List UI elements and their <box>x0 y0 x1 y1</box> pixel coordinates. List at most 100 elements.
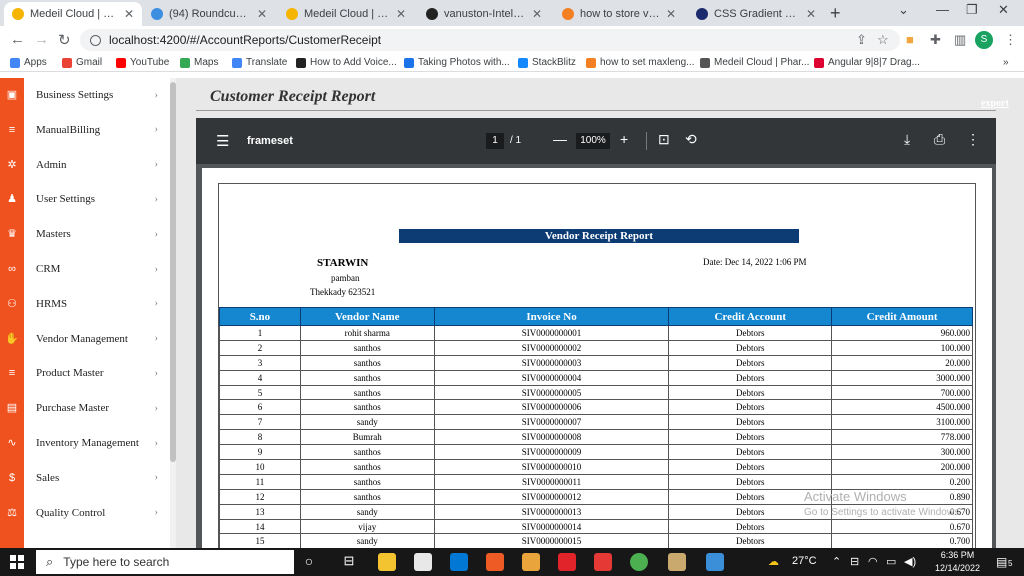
windows-start-icon[interactable] <box>10 555 24 569</box>
save-icon[interactable]: ▣ <box>5 88 19 102</box>
app-icon[interactable] <box>522 553 540 571</box>
keyboard-icon[interactable]: ▭ <box>886 555 896 568</box>
tab-search-icon[interactable]: ⌄ <box>898 2 909 18</box>
sidebar-item[interactable]: ManualBilling › <box>24 113 170 147</box>
export-link[interactable]: export <box>981 98 1009 109</box>
url-input[interactable]: localhost:4200/#/AccountReports/Customer… <box>80 29 900 51</box>
wifi-icon[interactable]: ◠ <box>868 555 878 568</box>
puzzle-icon[interactable]: ✚ <box>930 32 941 48</box>
sidebar-item[interactable]: CRM › <box>24 252 170 286</box>
bookmark-item[interactable]: Gmail <box>62 57 102 68</box>
browser-tab[interactable]: Medeil Cloud | Dashb ✕ <box>278 2 414 26</box>
gear-icon[interactable]: ✲ <box>5 158 19 172</box>
dollar-icon[interactable]: $ <box>5 471 19 485</box>
extension-icon[interactable]: ■ <box>906 32 914 47</box>
bookmark-item[interactable]: Apps <box>10 57 47 68</box>
bookmark-item[interactable]: Maps <box>180 57 218 68</box>
browser-menu-icon[interactable]: ⋮ <box>1004 32 1017 48</box>
page-scrollbar[interactable] <box>996 118 1010 548</box>
hand-icon[interactable]: ✋ <box>5 332 19 346</box>
user-icon[interactable]: ♟ <box>5 192 19 206</box>
bookmark-item[interactable]: StackBlitz <box>518 57 576 68</box>
chrome-icon[interactable] <box>630 553 648 571</box>
task-view-icon[interactable]: ○ <box>300 553 318 571</box>
bookmark-item[interactable]: YouTube <box>116 57 169 68</box>
sidebar-item[interactable]: Product Master › <box>24 356 170 390</box>
weather-icon[interactable]: ☁ <box>768 555 779 568</box>
sidebar-item[interactable]: Masters › <box>24 217 170 251</box>
widgets-icon[interactable]: ⊟ <box>340 553 358 571</box>
back-arrow-icon[interactable]: ← <box>10 31 25 48</box>
browser-tab[interactable]: vanuston-Intelligence ✕ <box>418 2 550 26</box>
notes-app-icon[interactable] <box>414 553 432 571</box>
sidebar-item[interactable]: Sales › <box>24 461 170 495</box>
photos-icon[interactable] <box>706 553 724 571</box>
browser-tab[interactable]: Medeil Cloud | Report ✕ <box>4 2 142 26</box>
reload-icon[interactable]: ↻ <box>58 31 71 49</box>
share-icon[interactable]: ⇪ <box>856 32 867 48</box>
crown-icon[interactable]: ♛ <box>5 227 19 241</box>
bookmark-item[interactable]: Medeil Cloud | Phar... <box>700 57 809 68</box>
people-icon[interactable]: ⚇ <box>5 297 19 311</box>
profile-avatar[interactable]: S <box>975 31 993 49</box>
more-options-icon[interactable]: ⋮ <box>966 131 980 148</box>
postman-icon[interactable] <box>486 553 504 571</box>
browser-tab[interactable]: (94) Roundcube Webm ✕ <box>143 2 275 26</box>
zoom-out-icon[interactable]: — <box>553 131 567 147</box>
zoom-in-icon[interactable]: + <box>620 131 628 147</box>
sidebar-item[interactable]: Business Settings › <box>24 78 170 112</box>
sidebar-item[interactable]: Inventory Management › <box>24 426 170 460</box>
weather-temp[interactable]: 27°C <box>792 555 817 567</box>
pdf-menu-icon[interactable]: ☰ <box>216 132 229 150</box>
browser-tab[interactable]: CSS Gradient — Gene ✕ <box>688 2 824 26</box>
volume-icon[interactable]: ◀) <box>904 555 916 568</box>
tab-close-icon[interactable]: ✕ <box>396 7 406 21</box>
rotate-icon[interactable]: ⟲ <box>685 131 697 148</box>
pulse-icon[interactable]: ∿ <box>5 436 19 450</box>
sidebar-item[interactable]: Quality Control › <box>24 496 170 530</box>
tab-close-icon[interactable]: ✕ <box>124 7 134 21</box>
browser-tab[interactable]: how to store video in ✕ <box>554 2 684 26</box>
vscode-icon[interactable] <box>450 553 468 571</box>
scale-icon[interactable]: ⚖ <box>5 506 19 520</box>
sidebar-item[interactable]: HRMS › <box>24 287 170 321</box>
database-icon[interactable]: ≡ <box>5 123 19 137</box>
database-icon[interactable]: ≡ <box>5 366 19 380</box>
sidebar-item[interactable]: Admin › <box>24 148 170 182</box>
minimize-button[interactable]: — <box>936 2 949 17</box>
link-icon[interactable]: ∞ <box>5 262 19 276</box>
taskbar-clock[interactable]: 6:36 PM 12/14/2022 <box>935 549 980 575</box>
forward-arrow-icon[interactable]: → <box>34 31 49 48</box>
bookmark-item[interactable]: Translate <box>232 57 287 68</box>
bookmark-item[interactable]: Taking Photos with... <box>404 57 510 68</box>
close-window-button[interactable]: ✕ <box>998 2 1009 18</box>
anydesk-icon[interactable] <box>594 553 612 571</box>
print-icon[interactable]: ⎙ <box>934 131 945 148</box>
bookmark-star-icon[interactable]: ☆ <box>877 32 889 48</box>
tray-expand-icon[interactable]: ⌃ <box>832 555 841 568</box>
notification-icon[interactable]: ▤ <box>996 555 1007 569</box>
tab-close-icon[interactable]: ✕ <box>666 7 676 21</box>
taskbar-search-input[interactable]: ⌕ Type here to search <box>36 550 294 574</box>
sidebar-item[interactable]: User Settings › <box>24 182 170 216</box>
more-bookmarks-button[interactable]: » <box>1003 57 1009 68</box>
wps-office-icon[interactable] <box>558 553 576 571</box>
bookmark-item[interactable]: Angular 9|8|7 Drag... <box>814 57 920 68</box>
media-app-icon[interactable] <box>668 553 686 571</box>
pdf-page-input[interactable]: 1 <box>486 133 504 149</box>
tab-close-icon[interactable]: ✕ <box>257 7 267 21</box>
sidebar-item[interactable]: Purchase Master › <box>24 391 170 425</box>
tray-app-icon[interactable]: ⊟ <box>850 555 859 568</box>
zoom-level-input[interactable]: 100% <box>576 133 610 149</box>
fit-page-icon[interactable]: ⊡ <box>658 131 670 148</box>
bookmark-item[interactable]: how to set maxleng... <box>586 57 695 68</box>
file-explorer-icon[interactable] <box>378 553 396 571</box>
restore-button[interactable]: ❐ <box>966 2 978 18</box>
file-icon[interactable]: ▤ <box>5 401 19 415</box>
side-panel-icon[interactable]: ▥ <box>954 32 966 48</box>
download-icon[interactable]: ⤓ <box>904 131 910 148</box>
sidebar-item[interactable]: Vendor Management › <box>24 322 170 356</box>
tab-close-icon[interactable]: ✕ <box>532 7 542 21</box>
bookmark-item[interactable]: How to Add Voice... <box>296 57 397 68</box>
site-info-icon[interactable] <box>90 34 101 46</box>
